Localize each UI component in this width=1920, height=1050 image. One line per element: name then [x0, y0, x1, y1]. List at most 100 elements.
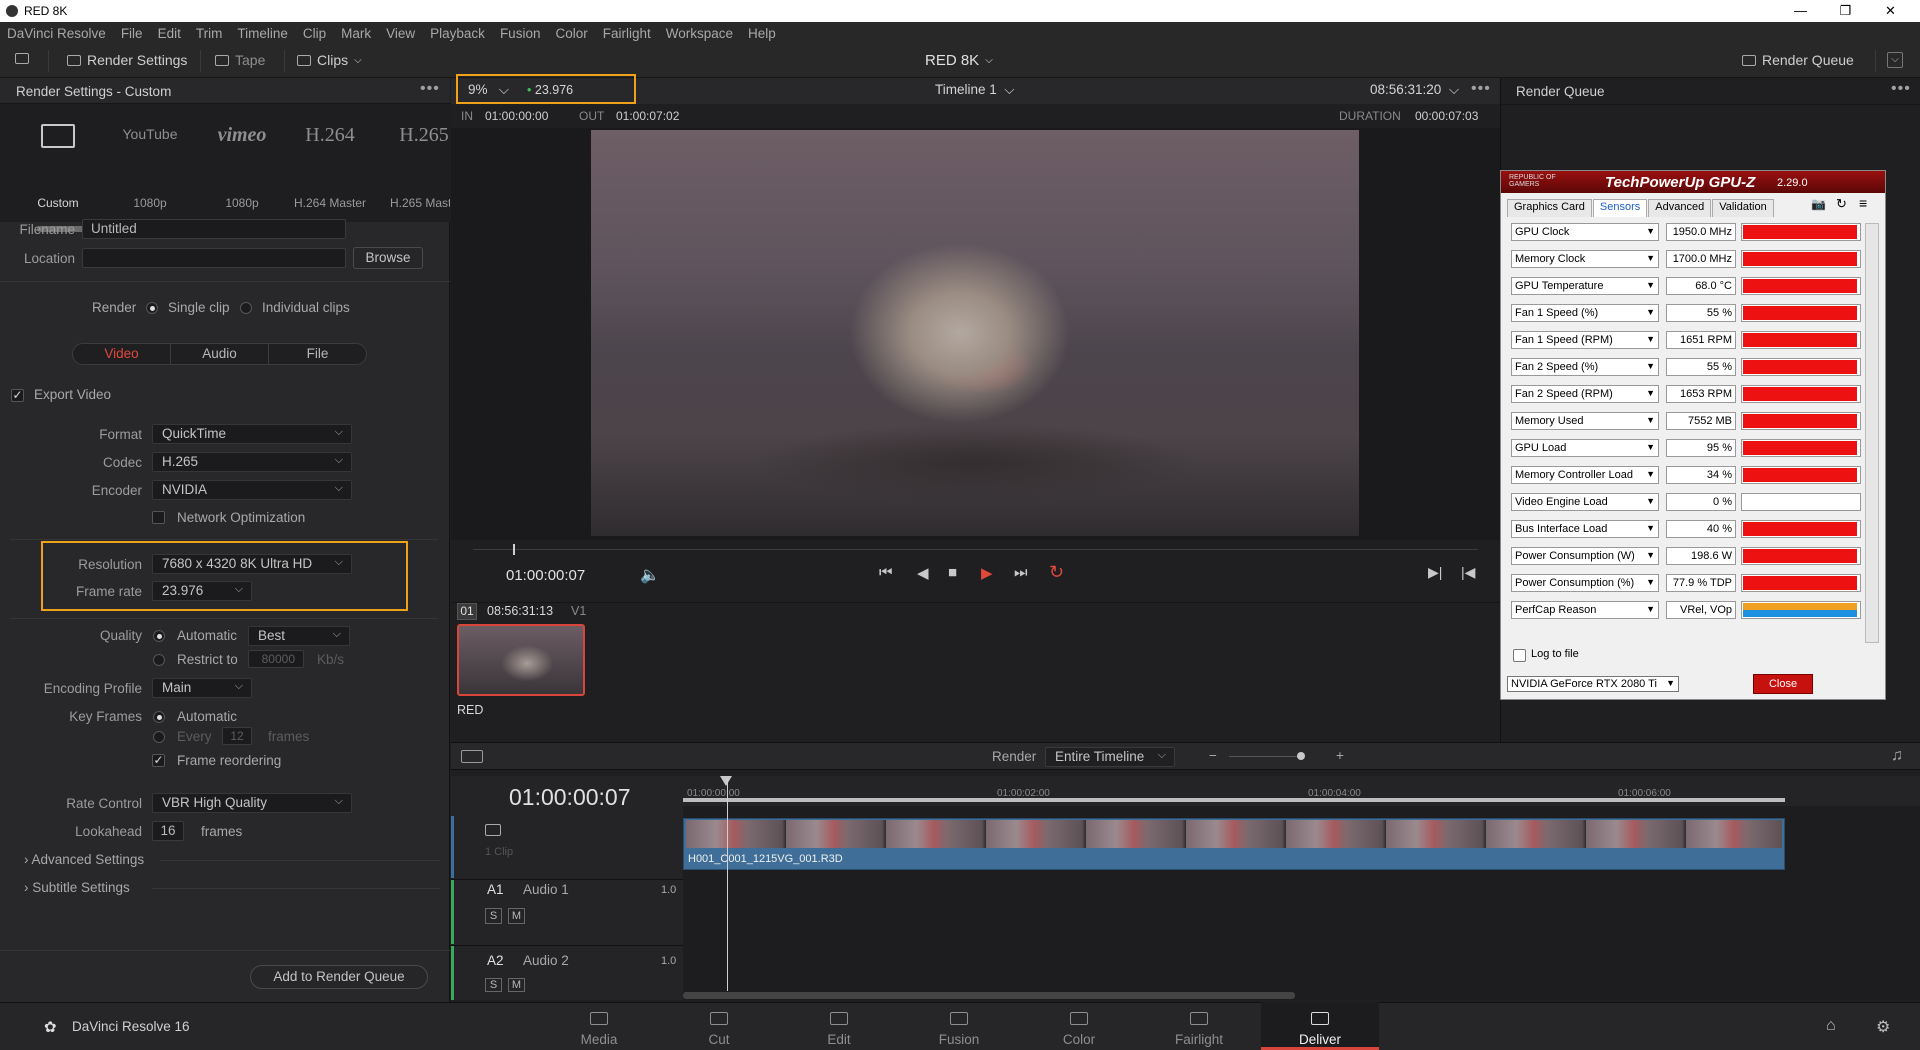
frame-reordering-checkbox[interactable]: ✓ [152, 754, 165, 767]
menu-fusion[interactable]: Fusion [500, 26, 541, 41]
export-video-checkbox[interactable]: ✓ [11, 389, 24, 402]
refresh-icon[interactable]: ↻ [1836, 196, 1847, 212]
reverse-icon[interactable]: ◀ [917, 564, 929, 582]
add-to-render-queue-button[interactable]: Add to Render Queue [250, 965, 428, 989]
individual-clips-radio[interactable] [240, 302, 252, 314]
maximize-button[interactable]: ❐ [1823, 0, 1868, 22]
render-queue-options-icon[interactable]: ••• [1891, 80, 1911, 98]
menu-help[interactable]: Help [748, 26, 776, 41]
filename-field[interactable]: Untitled [82, 219, 346, 239]
home-icon[interactable]: ⌂ [1826, 1017, 1836, 1035]
menu-edit[interactable]: Edit [158, 26, 181, 41]
minimize-button[interactable]: — [1778, 0, 1823, 22]
sensor-name-dropdown[interactable]: GPU Temperature ▼ [1511, 277, 1659, 295]
video-track-icon[interactable] [485, 824, 501, 836]
menu-fairlight[interactable]: Fairlight [603, 26, 651, 41]
sensor-name-dropdown[interactable]: Memory Used ▼ [1511, 412, 1659, 430]
browse-button[interactable]: Browse [353, 247, 423, 269]
camera-icon[interactable]: 📷 [1811, 197, 1826, 211]
settings-gear-icon[interactable]: ⚙ [1876, 1017, 1890, 1037]
restrict-field[interactable]: 80000 [248, 650, 304, 668]
close-button[interactable]: ✕ [1868, 0, 1913, 22]
monitor-icon[interactable] [15, 52, 29, 67]
tab-file[interactable]: File [269, 344, 366, 364]
sensor-name-dropdown[interactable]: PerfCap Reason ▼ [1511, 601, 1659, 619]
loop-icon[interactable]: ↻ [1049, 562, 1064, 583]
format-dropdown[interactable]: QuickTime ⌵ [152, 424, 352, 444]
quality-dropdown[interactable]: Best ⌵ [248, 626, 350, 646]
menu-trim[interactable]: Trim [196, 26, 223, 41]
preset-h265[interactable]: H.265H.265 Maste [378, 104, 450, 222]
page-edit[interactable]: Edit [780, 1002, 898, 1050]
menu-color[interactable]: Color [555, 26, 587, 41]
render-queue-button[interactable]: Render Queue [1742, 52, 1854, 68]
tab-video[interactable]: Video [73, 344, 171, 364]
viewer-options-icon[interactable]: ••• [1471, 80, 1491, 98]
sensor-name-dropdown[interactable]: Fan 2 Speed (RPM) ▼ [1511, 385, 1659, 403]
sensor-name-dropdown[interactable]: Fan 1 Speed (RPM) ▼ [1511, 331, 1659, 349]
single-clip-radio[interactable] [146, 302, 158, 314]
framerate-dropdown[interactable]: 23.976 ⌵ [152, 581, 252, 601]
menu-view[interactable]: View [386, 26, 415, 41]
zoom-dropdown[interactable]: 9% ⌵ [468, 82, 509, 98]
lookahead-field[interactable]: 16 [152, 821, 184, 841]
quality-automatic-radio[interactable] [153, 630, 165, 642]
menu-workspace[interactable]: Workspace [666, 26, 733, 41]
gpu-select-dropdown[interactable]: NVIDIA GeForce RTX 2080 Ti ▼ [1507, 676, 1679, 692]
preset-vimeo[interactable]: vimeo 1080p [196, 104, 288, 222]
page-fairlight[interactable]: Fairlight [1140, 1002, 1258, 1050]
sensor-name-dropdown[interactable]: Power Consumption (%) ▼ [1511, 574, 1659, 592]
go-to-start-icon[interactable]: ⏮ [879, 564, 893, 581]
gpuz-scrollbar[interactable] [1865, 223, 1879, 643]
encoding-profile-dropdown[interactable]: Main ⌵ [152, 678, 252, 698]
scrubber-handle[interactable] [513, 544, 515, 555]
subtitle-settings-toggle[interactable]: › Subtitle Settings [24, 880, 130, 895]
tape-button[interactable]: Tape [215, 52, 265, 68]
timeline-selector[interactable]: Timeline 1 ⌵ [935, 82, 1015, 98]
collapse-icon[interactable]: ⌵ [1887, 52, 1903, 68]
go-to-end-icon[interactable]: ⏭ [1014, 564, 1028, 581]
page-deliver[interactable]: Deliver [1261, 1002, 1379, 1050]
zoom-in-icon[interactable]: + [1336, 748, 1344, 763]
gpuz-tab-validation[interactable]: Validation [1712, 199, 1774, 217]
audio-meter-icon[interactable]: ♫ [1891, 747, 1903, 765]
gpuz-close-button[interactable]: Close [1753, 674, 1813, 694]
kf-every-radio[interactable] [153, 731, 165, 743]
encoder-dropdown[interactable]: NVIDIA ⌵ [152, 480, 352, 500]
codec-dropdown[interactable]: H.265 ⌵ [152, 452, 352, 472]
timeline-area[interactable] [683, 776, 1920, 1000]
sensor-name-dropdown[interactable]: Bus Interface Load ▼ [1511, 520, 1659, 538]
sensor-name-dropdown[interactable]: Video Engine Load ▼ [1511, 493, 1659, 511]
timeline-scrollbar[interactable] [683, 992, 1295, 999]
stop-icon[interactable]: ■ [948, 564, 957, 581]
page-fusion[interactable]: Fusion [900, 1002, 1018, 1050]
a2-mute-button[interactable]: M [508, 978, 525, 992]
clip-thumbnail[interactable] [457, 624, 585, 696]
gpuz-tab-advanced[interactable]: Advanced [1648, 199, 1712, 217]
sensor-name-dropdown[interactable]: Memory Clock ▼ [1511, 250, 1659, 268]
clips-button[interactable]: Clips ⌵ [297, 52, 362, 68]
volume-icon[interactable]: 🔈 [640, 565, 660, 585]
preset-youtube[interactable]: YouTube 1080p [104, 104, 196, 222]
page-media[interactable]: Media [540, 1002, 658, 1050]
project-title[interactable]: RED 8K ⌵ [925, 52, 993, 69]
location-field[interactable] [82, 248, 346, 268]
sensor-name-dropdown[interactable]: Memory Controller Load ▼ [1511, 466, 1659, 484]
rate-control-dropdown[interactable]: VBR High Quality ⌵ [152, 793, 352, 813]
tab-audio[interactable]: Audio [171, 344, 269, 364]
menu-file[interactable]: File [121, 26, 143, 41]
network-opt-checkbox[interactable] [152, 511, 165, 524]
gpuz-tab-graphics-card[interactable]: Graphics Card [1507, 199, 1592, 217]
timeline-view-icon[interactable] [461, 750, 483, 763]
timeline-ruler[interactable]: 01:00:00:00 01:00:02:00 01:00:04:00 01:0… [683, 776, 1920, 806]
kf-every-field[interactable]: 12 [222, 727, 252, 745]
viewer-timecode[interactable]: 08:56:31:20 ⌵ [1370, 82, 1459, 98]
menu-clip[interactable]: Clip [303, 26, 326, 41]
next-clip-icon[interactable]: ▶| [1428, 564, 1442, 581]
play-icon[interactable]: ▶ [981, 564, 993, 582]
playhead-handle[interactable] [720, 776, 732, 786]
panel-options-icon[interactable]: ••• [420, 80, 440, 98]
a2-solo-button[interactable]: S [485, 978, 502, 992]
preset-custom[interactable]: Custom [12, 104, 104, 222]
zoom-slider-handle[interactable] [1297, 752, 1305, 760]
